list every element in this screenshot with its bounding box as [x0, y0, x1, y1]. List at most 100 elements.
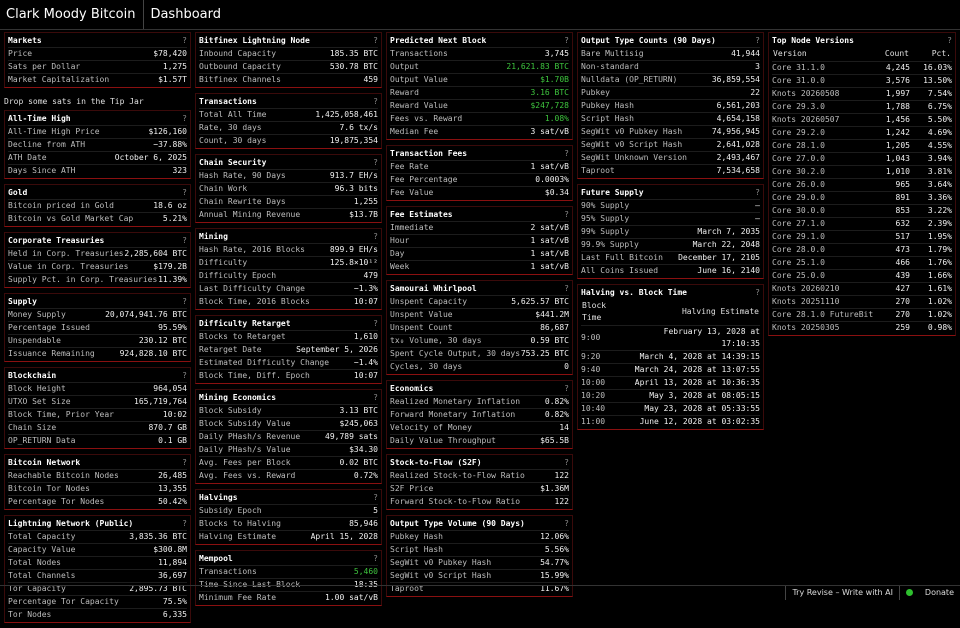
stat-label: Price — [8, 49, 33, 58]
help-icon[interactable]: ? — [182, 34, 187, 47]
stat-value: 0 — [564, 362, 569, 371]
version-cell: Core 27.0.0 — [772, 152, 874, 166]
pct-cell: 3.94% — [910, 152, 952, 166]
stat-row: Market Capitalization $1.57T — [8, 73, 187, 86]
help-icon[interactable]: ? — [564, 517, 569, 530]
site-title[interactable]: Clark Moody Bitcoin — [0, 0, 145, 29]
table-row: 9:40 March 24, 2028 at 13:07:55 — [581, 363, 760, 377]
help-icon[interactable]: ? — [564, 382, 569, 395]
help-icon[interactable]: ? — [182, 369, 187, 382]
help-icon[interactable]: ? — [564, 147, 569, 160]
panel-title-text: Markets — [8, 36, 42, 45]
stat-value: 36,697 — [158, 571, 187, 580]
help-icon[interactable]: ? — [373, 491, 378, 504]
stat-label: Bitfinex Channels — [199, 75, 281, 84]
stat-row: Price $78,420 — [8, 47, 187, 60]
stat-value: 0.02 BTC — [339, 458, 378, 467]
count-cell: 1,997 — [874, 87, 910, 101]
help-icon[interactable]: ? — [182, 234, 187, 247]
stat-row: Pubkey 22 — [581, 86, 760, 99]
help-icon[interactable]: ? — [755, 286, 760, 299]
stat-label: Market Capitalization — [8, 75, 110, 84]
stat-value: 7,534,658 — [716, 166, 760, 175]
stat-value: 459 — [363, 75, 378, 84]
pct-cell: 4.55% — [910, 139, 952, 153]
stat-value: 13,355 — [158, 484, 187, 493]
stat-row: Hash Rate, 90 Days 913.7 EH/s — [199, 169, 378, 182]
stat-value: December 17, 2105 — [678, 253, 760, 262]
column-header: Count — [884, 49, 909, 58]
stat-value: April 15, 2028 — [310, 532, 378, 541]
stat-label: Avg. Fees vs. Reward — [199, 471, 296, 480]
help-icon[interactable]: ? — [564, 34, 569, 47]
stat-label: Total Capacity — [8, 532, 76, 541]
stat-row: Subsidy Epoch 5 — [199, 504, 378, 517]
stat-row: Halving Estimate April 15, 2028 — [199, 530, 378, 543]
stat-value: 96.3 bits — [334, 184, 378, 193]
stat-row: Last Difficulty Change −1.3% — [199, 282, 378, 295]
stat-value: 18.6 oz — [153, 201, 187, 210]
table-row: Core 29.3.0 1,788 6.75% — [772, 100, 952, 114]
stat-value: 2,493,467 — [716, 153, 760, 162]
panel-title-text: Corporate Treasuries — [8, 236, 105, 245]
stat-value: 0.0003% — [535, 175, 569, 184]
help-icon[interactable]: ? — [373, 95, 378, 108]
stat-value: 1,275 — [162, 62, 187, 71]
tab-dashboard[interactable]: Dashboard — [144, 0, 227, 29]
stat-value: 899.9 EH/s — [329, 245, 378, 254]
stat-value: 3,835.36 BTC — [129, 532, 187, 541]
stat-row: Output Value $1.70B — [390, 73, 569, 86]
stat-row: Outbound Capacity 530.78 BTC — [199, 60, 378, 73]
help-icon[interactable]: ? — [182, 517, 187, 530]
stat-value: 3 — [755, 62, 760, 71]
pct-cell: 1.02% — [910, 295, 952, 309]
help-icon[interactable]: ? — [182, 186, 187, 199]
help-icon[interactable]: ? — [182, 295, 187, 308]
pct-cell: 4.69% — [910, 126, 952, 140]
stat-value: October 6, 2025 — [114, 153, 187, 162]
table-row: Knots 20250305 259 0.98% — [772, 321, 952, 334]
revise-link[interactable]: Try Revise – Write with AI — [785, 586, 900, 600]
help-icon[interactable]: ? — [564, 456, 569, 469]
tip-jar-link[interactable]: Drop some sats in the Tip Jar — [4, 93, 191, 110]
help-icon[interactable]: ? — [373, 34, 378, 47]
stat-label: Reward Value — [390, 101, 448, 110]
stat-row: Hour 1 sat/vB — [390, 234, 569, 247]
help-icon[interactable]: ? — [373, 317, 378, 330]
help-icon[interactable]: ? — [947, 34, 952, 47]
help-icon[interactable]: ? — [755, 34, 760, 47]
stat-value: March 22, 2048 — [692, 240, 760, 249]
stat-value: 6,335 — [162, 610, 187, 619]
stat-row: Median Fee 3 sat/vB — [390, 125, 569, 138]
stat-label: Difficulty — [199, 258, 248, 267]
stat-value: 1 sat/vB — [530, 262, 569, 271]
help-icon[interactable]: ? — [373, 156, 378, 169]
stat-row: Reward Value $247,728 — [390, 99, 569, 112]
stat-label: 90% Supply — [581, 201, 630, 210]
stat-value: 10:07 — [353, 371, 378, 380]
help-icon[interactable]: ? — [564, 282, 569, 295]
help-icon[interactable]: ? — [373, 230, 378, 243]
help-icon[interactable]: ? — [373, 552, 378, 565]
help-icon[interactable]: ? — [373, 391, 378, 404]
stat-value: 7.6 tx/s — [339, 123, 378, 132]
stat-label: Nulldata (OP_RETURN) — [581, 75, 678, 84]
stat-row: Held in Corp. Treasuries 2,285,604 BTC — [8, 247, 187, 260]
table-row: 9:20 March 4, 2028 at 14:39:15 — [581, 350, 760, 364]
stat-value: 5,625.57 BTC — [511, 297, 569, 306]
table-row: Core 29.2.0 1,242 4.69% — [772, 126, 952, 140]
stat-row: Script Hash 5.56% — [390, 543, 569, 556]
block-time-cell: 9:20 — [581, 350, 621, 364]
help-icon[interactable]: ? — [564, 208, 569, 221]
help-icon[interactable]: ? — [182, 112, 187, 125]
help-icon[interactable]: ? — [755, 186, 760, 199]
panel-halving-vs-block-time: Halving vs. Block Time ? Block Time Halv… — [577, 284, 764, 430]
stat-label: Block Time, Diff. Epoch — [199, 371, 310, 380]
panel-title-text: Predicted Next Block — [390, 36, 487, 45]
stat-value: $126,160 — [148, 127, 187, 136]
count-cell: 3,576 — [874, 74, 910, 88]
stat-value: — — [755, 201, 760, 210]
help-icon[interactable]: ? — [182, 456, 187, 469]
donate-link[interactable]: Donate — [925, 586, 954, 600]
stat-row: SegWit v0 Script Hash 2,641,028 — [581, 138, 760, 151]
